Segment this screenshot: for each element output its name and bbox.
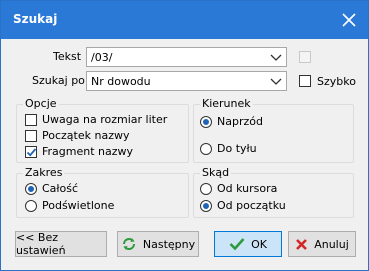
field-value: Nr dowodu [91, 75, 151, 88]
next-label: Następny [142, 237, 196, 251]
search-dialog: Szukaj Tekst /03/ Szukaj po Nr dowodu Sz… [0, 0, 369, 271]
case-checkbox[interactable] [25, 113, 37, 126]
quick-checkbox[interactable] [299, 75, 311, 87]
direction-title: Kierunek [200, 97, 253, 110]
backward-radio[interactable] [200, 142, 212, 155]
next-button[interactable]: Następny [117, 231, 199, 257]
field-label: Szukaj po [32, 74, 85, 87]
direction-forward[interactable]: Naprzód [200, 115, 263, 128]
window-title: Szukaj [13, 12, 58, 26]
ok-label: OK [251, 237, 267, 251]
close-icon [342, 13, 356, 27]
range-highlighted[interactable]: Podświetlone [25, 199, 114, 212]
forward-radio[interactable] [200, 115, 212, 128]
option-label: Początek nazwy [42, 129, 130, 142]
refresh-icon [121, 236, 137, 252]
from-start[interactable]: Od początku [200, 199, 286, 212]
from-title: Skąd [200, 166, 232, 179]
field-combo[interactable]: Nr dowodu [86, 71, 287, 91]
cancel-label: Anuluj [314, 237, 349, 251]
title-bar[interactable]: Szukaj [1, 1, 368, 39]
disabled-checkbox [299, 51, 311, 63]
option-label: Uwaga na rozmiar liter [42, 113, 168, 126]
all-radio[interactable] [25, 182, 37, 195]
name-start-checkbox[interactable] [25, 129, 37, 142]
reset-label: << Bez ustawień [16, 231, 66, 257]
text-label: Tekst [53, 50, 82, 63]
radio-label: Od kursora [217, 182, 278, 195]
radio-label: Do tyłu [217, 142, 257, 155]
radio-label: Naprzód [217, 115, 263, 128]
reset-settings-button[interactable]: << Bez ustawień [15, 231, 107, 257]
quick-label: Szybko [317, 75, 356, 88]
option-case-sensitive[interactable]: Uwaga na rozmiar liter [25, 113, 167, 126]
option-name-fragment[interactable]: Fragment nazwy [25, 145, 133, 158]
highlighted-radio[interactable] [25, 199, 37, 212]
cancel-button[interactable]: Anuluj [288, 231, 356, 257]
radio-label: Podświetlone [42, 199, 115, 212]
start-radio[interactable] [200, 199, 212, 212]
direction-backward[interactable]: Do tyłu [200, 142, 257, 155]
option-label: Fragment nazwy [42, 145, 134, 158]
close-button[interactable] [330, 1, 368, 39]
range-title: Zakres [23, 166, 65, 179]
radio-label: Całość [42, 182, 79, 195]
name-fragment-checkbox[interactable] [25, 145, 37, 158]
cursor-radio[interactable] [200, 182, 212, 195]
chevron-down-icon [270, 78, 282, 85]
text-combo[interactable]: /03/ [86, 47, 287, 67]
options-title: Opcje [23, 97, 59, 110]
range-all[interactable]: Całość [25, 182, 78, 195]
ok-button[interactable]: OK [214, 231, 282, 257]
radio-label: Od początku [217, 199, 286, 212]
text-value: /03/ [91, 51, 113, 64]
check-icon [26, 147, 37, 157]
cancel-icon [295, 238, 308, 251]
chevron-down-icon [270, 54, 282, 61]
option-name-start[interactable]: Początek nazwy [25, 129, 129, 142]
check-icon [229, 237, 245, 251]
from-cursor[interactable]: Od kursora [200, 182, 277, 195]
